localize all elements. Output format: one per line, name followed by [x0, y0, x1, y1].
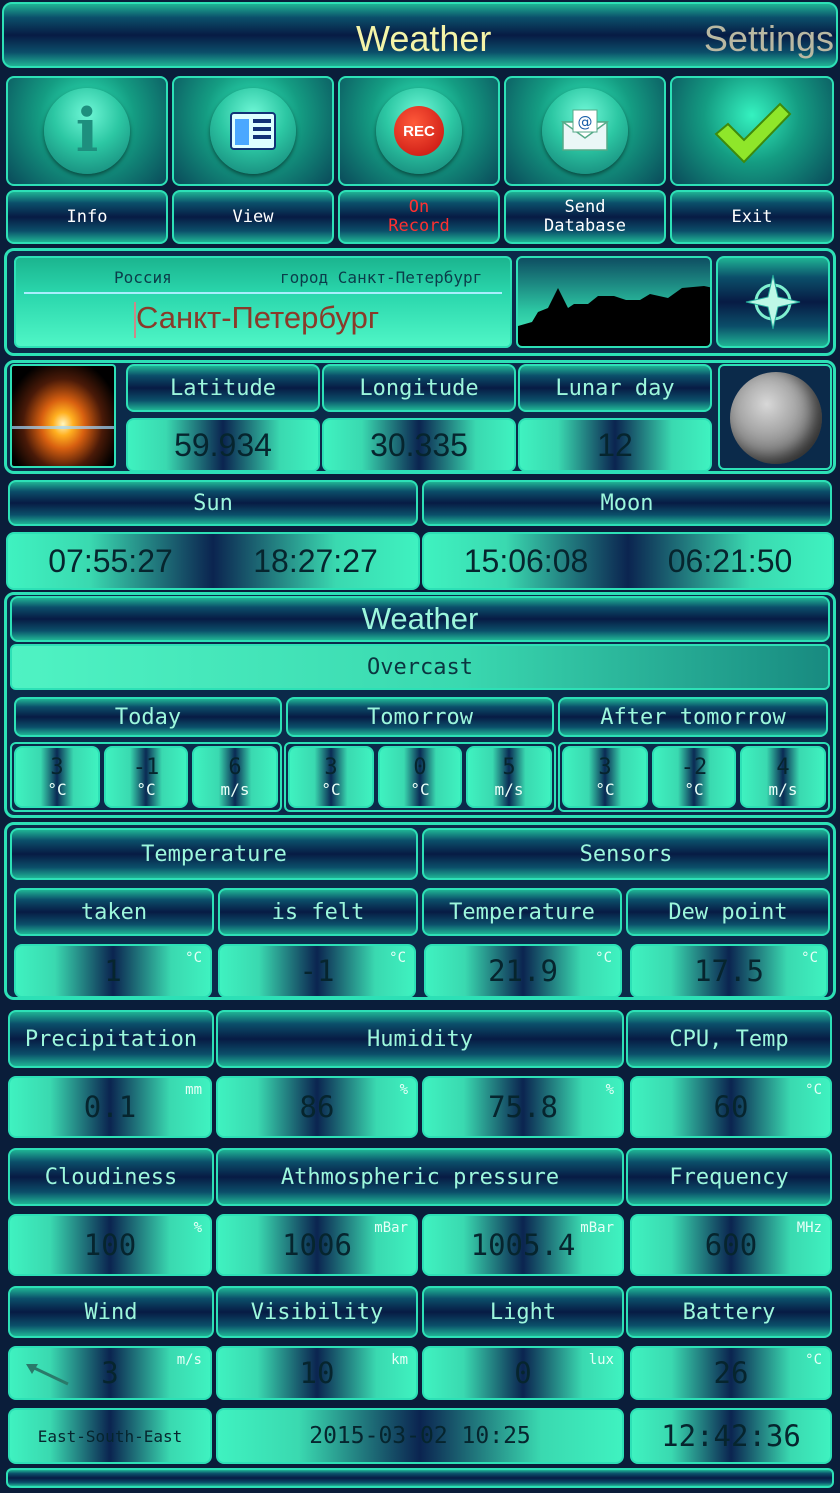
moon-panel — [718, 364, 832, 470]
humidity-sensor-value: 75.8% — [422, 1076, 624, 1138]
checkmark-icon — [714, 102, 792, 164]
app-title: Weather — [356, 18, 492, 59]
wind-direction-arrow-icon — [26, 1364, 69, 1386]
precipitation-value: 0.1 mm — [8, 1076, 212, 1138]
info-button[interactable]: i — [6, 76, 168, 186]
sensor-temperature-value: 21.9 °C — [424, 944, 622, 998]
light-label: Light — [422, 1286, 624, 1338]
app-header: Weather Settings — [2, 2, 838, 68]
view-icon — [210, 88, 296, 174]
pressure-label: Athmospheric pressure — [216, 1148, 624, 1206]
compass-icon — [745, 274, 801, 330]
felt-label: is felt — [218, 888, 418, 936]
battery-label: Battery — [626, 1286, 832, 1338]
cloudiness-value: 100% — [8, 1214, 212, 1276]
settings-button[interactable]: Settings — [704, 18, 834, 60]
pressure-sensor-value: 1005.4 mBar — [422, 1214, 624, 1276]
moonrise-time: 15:06:08 — [463, 542, 589, 579]
sensors-label: Sensors — [422, 828, 830, 880]
today-temp-min: -1 °C — [104, 746, 188, 808]
bottom-bar — [6, 1468, 834, 1488]
moon-label: Moon — [422, 480, 832, 526]
wind-direction: East-South-East — [8, 1408, 212, 1464]
sun-times: 07:55:27 18:27:27 — [6, 532, 420, 590]
tomorrow-temp-min: 0 °C — [378, 746, 462, 808]
visibility-value: 10 km — [216, 1346, 418, 1400]
dew-point-value: 17.5 °C — [630, 944, 828, 998]
temperature-label: Temperature — [10, 828, 418, 880]
cpu-temp-value: 60 °C — [630, 1076, 832, 1138]
svg-text:@: @ — [578, 113, 593, 131]
light-value: 0 lux — [422, 1346, 624, 1400]
tomorrow-label: Tomorrow — [286, 697, 554, 737]
moon-image — [730, 372, 822, 464]
visibility-label: Visibility — [216, 1286, 418, 1338]
cloudiness-label: Cloudiness — [8, 1148, 214, 1206]
region-label: город Санкт-Петербург — [280, 268, 483, 287]
moon-times: 15:06:08 06:21:50 — [422, 532, 834, 590]
battery-value: 26 °C — [630, 1346, 832, 1400]
cpu-temp-label: CPU, Temp — [626, 1010, 832, 1068]
wind-label: Wind — [8, 1286, 214, 1338]
rec-icon: REC — [376, 88, 462, 174]
sunset-time: 18:27:27 — [253, 542, 378, 579]
send-database-label[interactable]: Send Database — [504, 190, 666, 244]
info-icon: i — [44, 88, 130, 174]
sun-label: Sun — [8, 480, 418, 526]
precipitation-label: Precipitation — [8, 1010, 214, 1068]
country-label: Россия — [114, 268, 172, 287]
today-temp-max: 3 °C — [14, 746, 100, 808]
tomorrow-temp-max: 3 °C — [288, 746, 374, 808]
moonset-time: 06:21:50 — [667, 542, 793, 579]
send-database-button[interactable]: @ — [504, 76, 666, 186]
exit-button[interactable] — [670, 76, 834, 186]
sunrise-time: 07:55:27 — [48, 542, 173, 579]
today-label: Today — [14, 697, 282, 737]
today-wind: 6 m/s — [192, 746, 278, 808]
dew-point-label: Dew point — [626, 888, 830, 936]
info-label[interactable]: Info — [6, 190, 168, 244]
exit-label[interactable]: Exit — [670, 190, 834, 244]
record-button[interactable]: REC — [338, 76, 500, 186]
update-datetime: 2015-03-02 10:25 — [216, 1408, 624, 1464]
tomorrow-wind: 5 m/s — [466, 746, 552, 808]
wind-value: 3 m/s — [8, 1346, 212, 1400]
taken-label: taken — [14, 888, 214, 936]
after-tomorrow-label: After tomorrow — [558, 697, 828, 737]
humidity-value: 86% — [216, 1076, 418, 1138]
frequency-label: Frequency — [626, 1148, 832, 1206]
after-tomorrow-temp-min: -2 °C — [652, 746, 736, 808]
lunar-day-label: Lunar day — [518, 364, 712, 412]
pressure-value: 1006 mBar — [216, 1214, 418, 1276]
on-record-label[interactable]: On Record — [338, 190, 500, 244]
clock: 12:42:36 — [630, 1408, 832, 1464]
humidity-label: Humidity — [216, 1010, 624, 1068]
lunar-day-value: 12 — [518, 418, 712, 472]
city-skyline-image — [516, 256, 712, 348]
weather-condition: Overcast — [10, 644, 830, 690]
felt-value: -1 °C — [218, 944, 416, 998]
after-tomorrow-wind: 4 m/s — [740, 746, 826, 808]
city-input[interactable]: Санкт-Петербург — [136, 300, 379, 336]
taken-value: 1 °C — [14, 944, 212, 998]
weather-title: Weather — [10, 596, 830, 642]
sensor-temperature-label: Temperature — [422, 888, 622, 936]
latitude-value: 59.934 — [126, 418, 320, 472]
view-label[interactable]: View — [172, 190, 334, 244]
location-box[interactable]: Россия город Санкт-Петербург Санкт-Петер… — [14, 256, 512, 348]
sun-image — [10, 364, 116, 468]
longitude-value: 30.335 — [322, 418, 516, 472]
latitude-label: Latitude — [126, 364, 320, 412]
email-icon: @ — [542, 88, 628, 174]
after-tomorrow-temp-max: 3 °C — [562, 746, 648, 808]
frequency-value: 600 MHz — [630, 1214, 832, 1276]
longitude-label: Longitude — [322, 364, 516, 412]
view-button[interactable] — [172, 76, 334, 186]
locate-button[interactable] — [716, 256, 830, 348]
